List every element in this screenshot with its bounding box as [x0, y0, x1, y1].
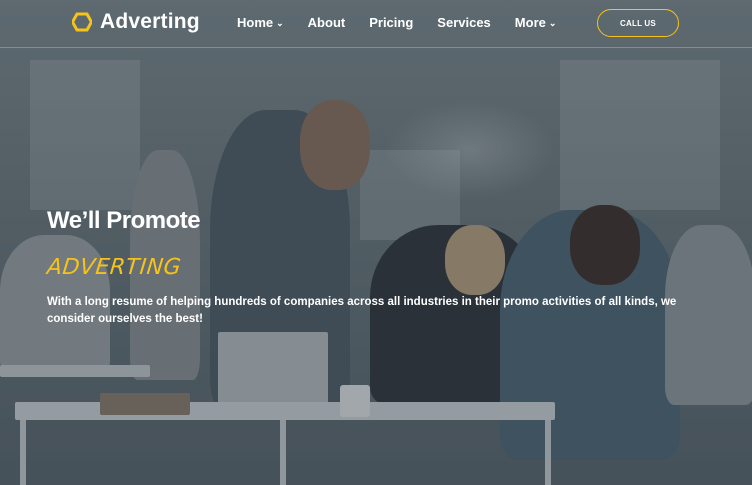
nav-item-about[interactable]: About [308, 15, 346, 30]
site-header: Adverting Home ⌄ About Pricing Services … [0, 0, 752, 48]
chevron-down-icon: ⌄ [548, 17, 557, 28]
nav-item-label: Pricing [369, 15, 414, 30]
hexagon-icon [72, 12, 92, 32]
hero-dark-overlay [0, 0, 752, 485]
nav-item-home[interactable]: Home ⌄ [237, 15, 284, 30]
brand-logo[interactable]: Adverting [72, 10, 200, 34]
nav-item-label: About [307, 15, 346, 30]
hero-subtitle: ADVERTING [45, 255, 183, 280]
brand-name: Adverting [100, 10, 200, 33]
nav-item-label: More [514, 15, 546, 30]
nav-item-label: Home [237, 15, 274, 30]
chevron-down-icon: ⌄ [276, 17, 284, 28]
nav-item-more[interactable]: More ⌄ [515, 15, 557, 30]
nav-item-pricing[interactable]: Pricing [369, 15, 413, 30]
hero-description: With a long resume of helping hundreds o… [47, 296, 677, 325]
hero-title: We’ll Promote [47, 207, 201, 234]
main-nav: Home ⌄ About Pricing Services More ⌄ [237, 15, 556, 30]
nav-item-services[interactable]: Services [437, 15, 491, 30]
call-us-button[interactable]: CALL US [597, 9, 679, 37]
nav-item-label: Services [437, 15, 491, 30]
